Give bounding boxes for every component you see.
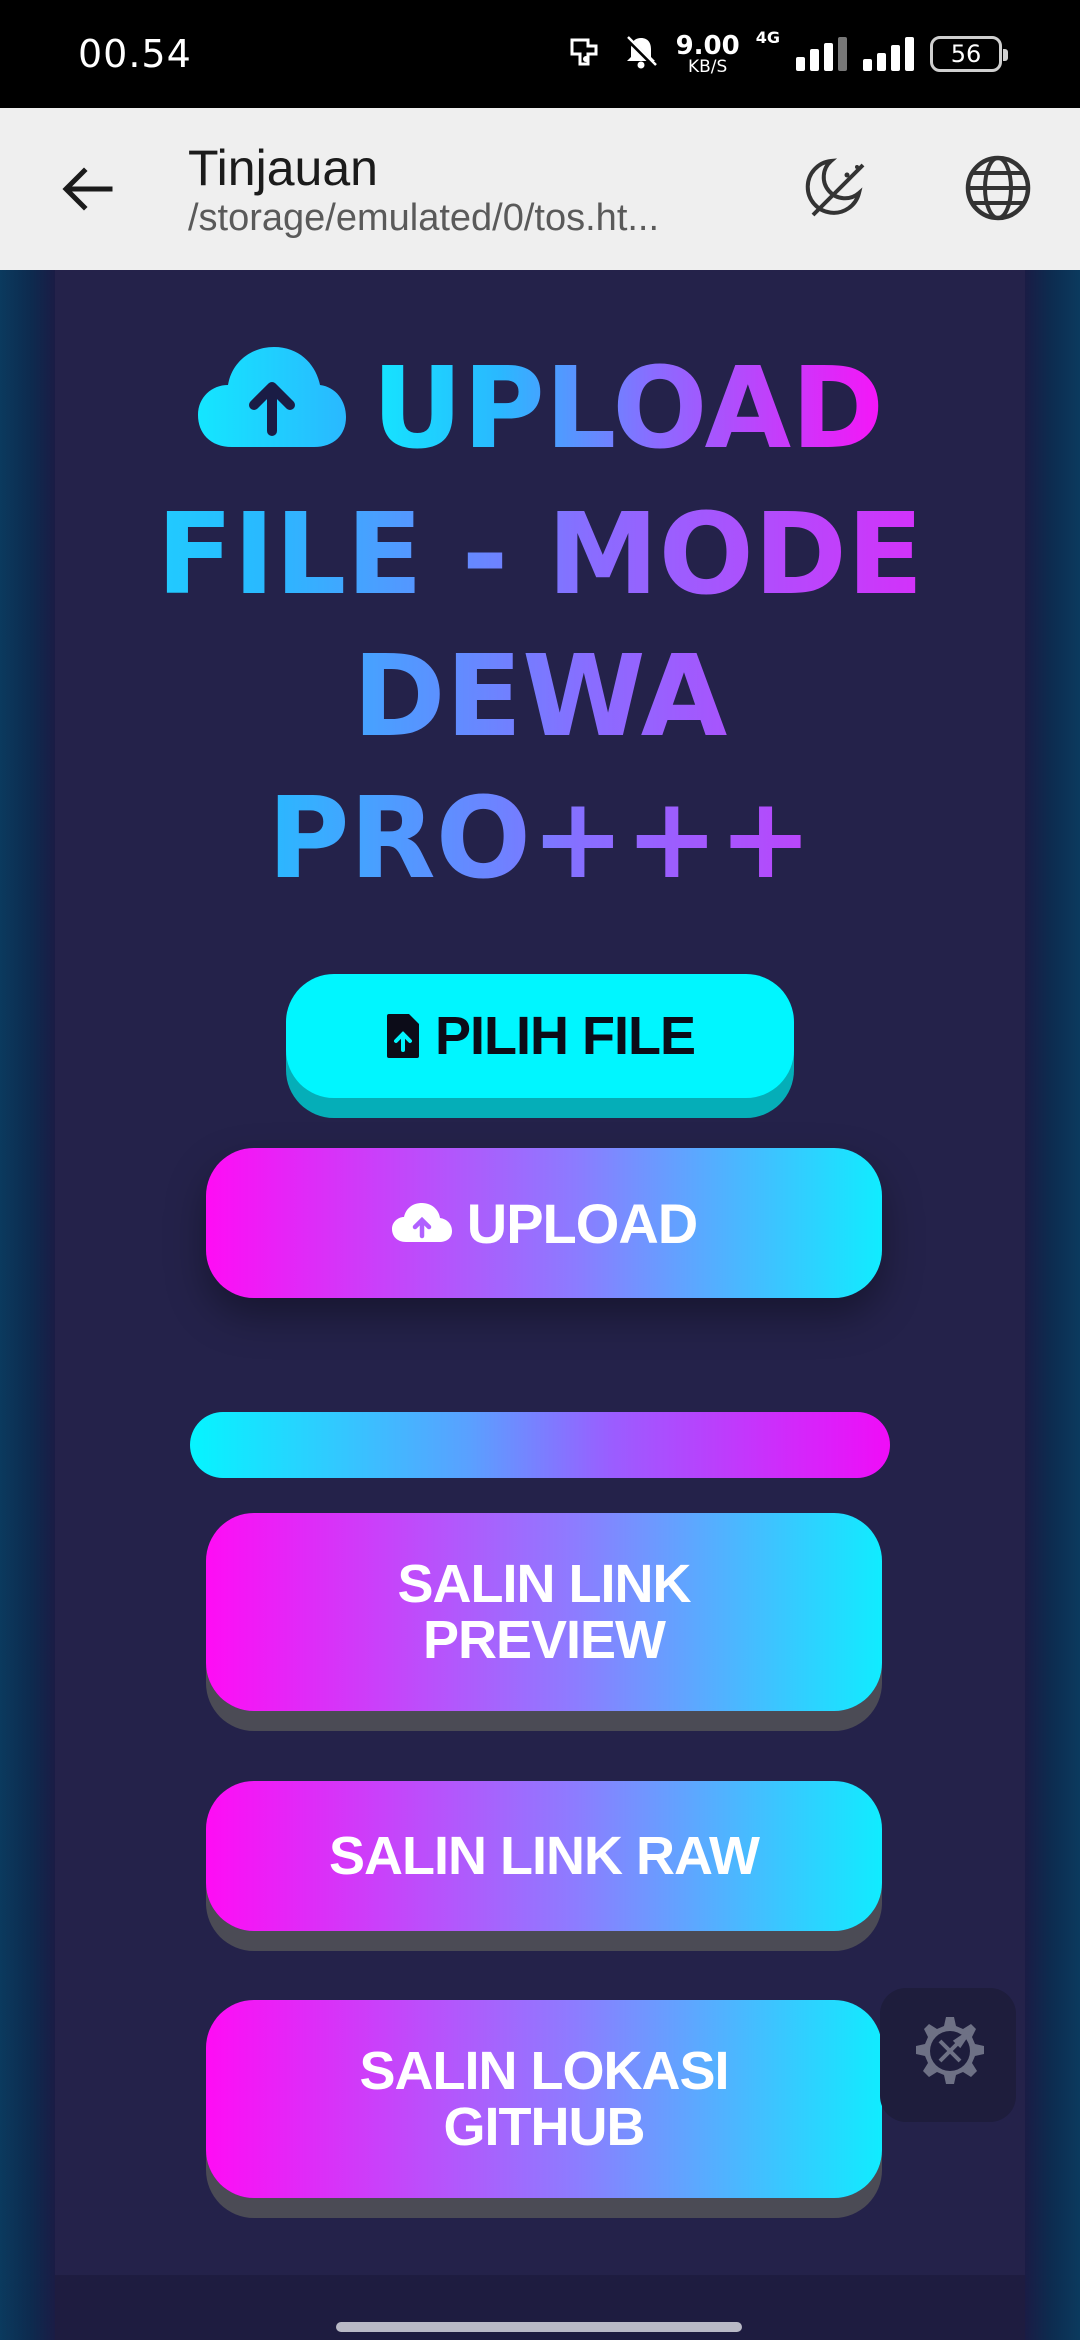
battery-icon: 56	[930, 36, 1008, 72]
upload-label: UPLOAD	[466, 1191, 698, 1255]
page-headline: UPLOAD FILE - MODE DEWA PRO+++	[0, 338, 1080, 910]
app-bar: Tinjauan /storage/emulated/0/tos.ht...	[0, 108, 1080, 270]
headline-text-1: UPLOAD	[371, 344, 885, 474]
status-icons: 9.00 KB/S 4G 56	[566, 28, 1008, 76]
back-arrow-icon[interactable]	[48, 149, 128, 229]
headline-line-2: FILE - MODE	[0, 484, 1080, 626]
copy-preview-link-button[interactable]: SALIN LINK PREVIEW	[206, 1513, 882, 1711]
app-bar-titles: Tinjauan /storage/emulated/0/tos.ht...	[188, 139, 748, 240]
copy-github-location-button[interactable]: SALIN LOKASI GITHUB	[206, 2000, 882, 2198]
cloud-upload-small-icon	[391, 1202, 453, 1244]
home-indicator[interactable]	[336, 2322, 742, 2332]
net-speed-value: 9.00	[675, 30, 740, 61]
upload-button[interactable]: UPLOAD	[206, 1148, 882, 1298]
upload-progress-bar	[190, 1412, 890, 1478]
copy-github-label-2: GITHUB	[443, 2097, 646, 2157]
network-speed: 9.00 KB/S	[676, 33, 740, 76]
tools-fab[interactable]	[880, 1988, 1016, 2122]
net-speed-unit: KB/S	[687, 56, 728, 77]
cloud-upload-icon	[196, 342, 348, 484]
file-path: /storage/emulated/0/tos.ht...	[188, 196, 660, 239]
battery-level: 56	[950, 40, 982, 68]
globe-icon[interactable]	[958, 148, 1038, 228]
choose-file-button[interactable]: PILIH FILE	[286, 974, 794, 1098]
settings-tools-icon	[906, 2011, 990, 2099]
copy-preview-label-1: SALIN LINK	[397, 1554, 692, 1614]
bell-off-icon	[622, 33, 660, 75]
status-bar: 00.54 9.00 KB/S 4G 56	[0, 0, 1080, 108]
copy-raw-label: SALIN LINK RAW	[329, 1826, 760, 1886]
choose-file-label: PILIH FILE	[435, 1006, 696, 1066]
vpn-key-icon	[566, 32, 606, 76]
headline-line-1: UPLOAD	[0, 338, 1080, 484]
signal-strength-icon	[796, 37, 847, 71]
copy-raw-link-button[interactable]: SALIN LINK RAW	[206, 1781, 882, 1931]
page-title: Tinjauan	[188, 139, 378, 196]
dark-mode-toggle-icon[interactable]	[796, 148, 876, 228]
copy-github-label-1: SALIN LOKASI	[359, 2041, 729, 2101]
headline-line-3: DEWA	[0, 626, 1080, 768]
copy-preview-label-2: PREVIEW	[422, 1610, 666, 1670]
status-time: 00.54	[78, 32, 192, 76]
network-type: 4G	[755, 28, 780, 47]
headline-line-4: PRO+++	[0, 768, 1080, 910]
file-upload-icon	[385, 1012, 421, 1060]
signal-strength-2-icon	[863, 37, 914, 71]
